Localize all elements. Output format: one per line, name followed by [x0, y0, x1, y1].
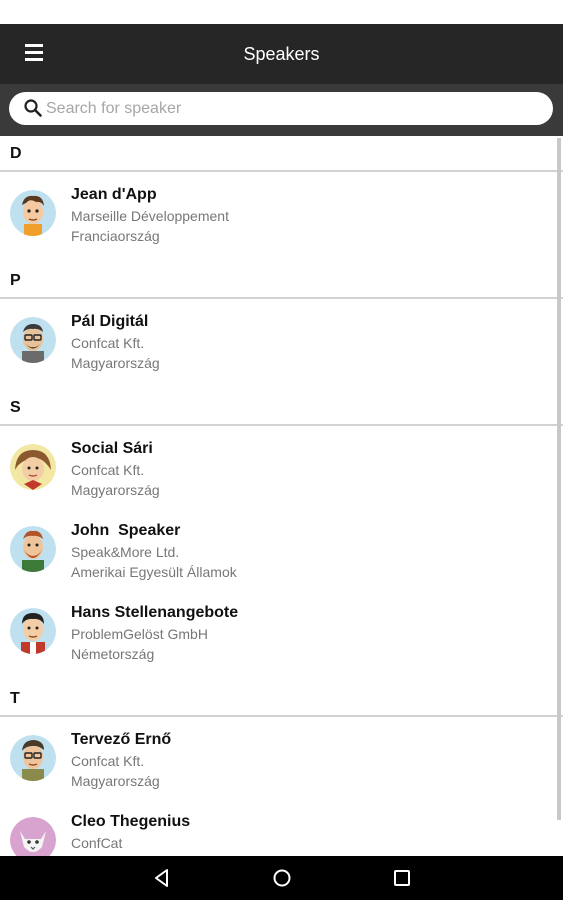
speaker-name: John Speaker [71, 522, 181, 539]
speaker-country: Franciaország [71, 228, 160, 244]
status-bar [0, 0, 563, 24]
section-header-t: T [0, 681, 563, 717]
speaker-name: Hans Stellenangebote [71, 604, 239, 621]
speaker-country: Amerikai Egyesült Államok [71, 564, 237, 580]
back-icon[interactable] [150, 866, 174, 890]
speaker-list[interactable]: D Jean d'App Marseille Développement Fra… [0, 136, 563, 856]
speaker-company: Confcat Kft. [71, 462, 145, 478]
speaker-item-john-speaker[interactable]: John Speaker Speak&More Ltd. Amerikai Eg… [0, 508, 555, 588]
avatar [10, 817, 56, 856]
page-title: Speakers [243, 44, 320, 64]
avatar [10, 526, 56, 572]
search-input[interactable] [46, 95, 536, 123]
speaker-name: Jean d'App [71, 186, 157, 203]
avatar [10, 735, 56, 781]
section-letter: D [10, 145, 22, 162]
avatar [10, 190, 56, 236]
search-icon [24, 99, 42, 117]
recents-icon[interactable] [390, 866, 414, 890]
speaker-company: ProblemGelöst GmbH [71, 626, 208, 642]
avatar [10, 608, 56, 654]
section-header-s: S [0, 390, 563, 426]
section-letter: P [10, 272, 21, 289]
section-header-d: D [0, 136, 563, 172]
speaker-company: ConfCat [71, 835, 123, 851]
speaker-item-social-sari[interactable]: Social Sári Confcat Kft. Magyarország [0, 426, 555, 506]
speaker-name: Social Sári [71, 440, 153, 457]
section-letter: T [10, 690, 20, 707]
avatar [10, 317, 56, 363]
speaker-country: Magyarország [71, 773, 160, 789]
speaker-company: Confcat Kft. [71, 753, 145, 769]
speaker-country: Magyarország [71, 482, 160, 498]
speaker-company: Marseille Développement [71, 208, 229, 224]
speaker-country: Németország [71, 646, 155, 662]
speaker-item-pal-digital[interactable]: Pál Digitál Confcat Kft. Magyarország [0, 299, 555, 379]
speaker-item-hans-stellenangebote[interactable]: Hans Stellenangebote ProblemGelöst GmbH … [0, 590, 555, 670]
home-icon[interactable] [270, 866, 294, 890]
speaker-company: Confcat Kft. [71, 335, 145, 351]
avatar [10, 444, 56, 490]
speaker-company: Speak&More Ltd. [71, 544, 180, 560]
speaker-name: Pál Digitál [71, 313, 149, 330]
speaker-item-cleo-thegenius[interactable]: Cleo Thegenius ConfCat [0, 799, 555, 856]
speaker-country: Magyarország [71, 355, 160, 371]
section-header-p: P [0, 263, 563, 299]
speaker-name: Cleo Thegenius [71, 813, 191, 830]
scrollbar[interactable] [557, 138, 561, 820]
section-letter: S [10, 399, 21, 416]
speaker-item-jean-dapp[interactable]: Jean d'App Marseille Développement Franc… [0, 172, 555, 252]
speaker-item-tervezo-erno[interactable]: Tervező Ernő Confcat Kft. Magyarország [0, 717, 555, 797]
speaker-name: Tervező Ernő [71, 731, 172, 748]
